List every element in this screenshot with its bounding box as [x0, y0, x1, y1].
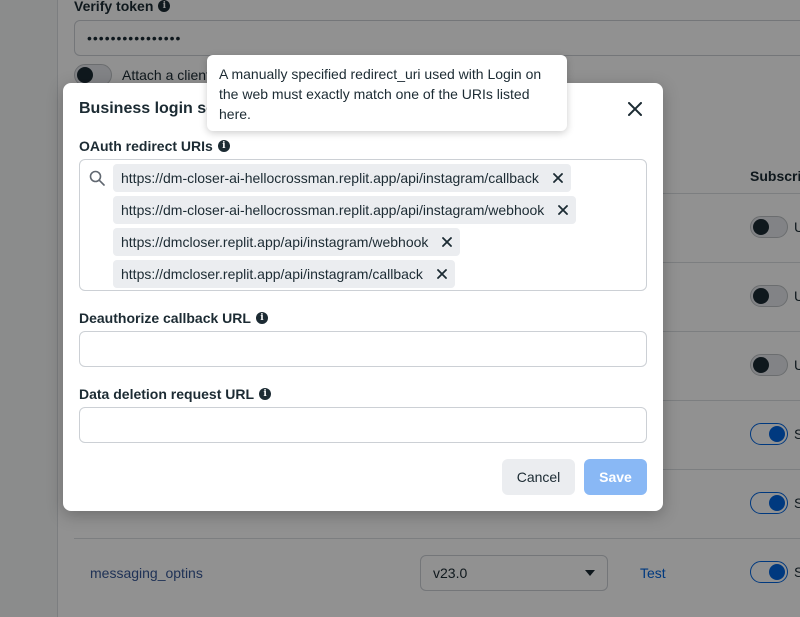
- business-login-settings-dialog: Business login set OAuth redirect URIs i…: [63, 83, 663, 511]
- remove-uri-button[interactable]: [556, 203, 570, 217]
- uri-chip: https://dm-closer-ai-hellocrossman.repli…: [113, 196, 577, 224]
- uri-chip: https://dmcloser.replit.app/api/instagra…: [113, 260, 455, 288]
- deauthorize-callback-url-field[interactable]: [79, 331, 647, 367]
- remove-uri-button[interactable]: [440, 235, 454, 249]
- close-icon: [437, 269, 447, 279]
- deauthorize-callback-url-label: Deauthorize callback URL i: [79, 310, 268, 326]
- info-icon[interactable]: i: [259, 388, 272, 400]
- search-icon: [89, 170, 105, 186]
- oauth-redirect-uris-label: OAuth redirect URIs i: [79, 138, 230, 154]
- info-icon[interactable]: i: [217, 140, 230, 152]
- data-deletion-request-url-field[interactable]: [79, 407, 647, 443]
- close-icon: [552, 173, 563, 183]
- redirect-uri-tooltip: A manually specified redirect_uri used w…: [207, 55, 567, 131]
- oauth-redirect-uris-input[interactable]: https://dm-closer-ai-hellocrossman.repli…: [79, 159, 647, 291]
- dialog-title: Business login set: [79, 100, 221, 117]
- data-deletion-request-url-label: Data deletion request URL i: [79, 386, 272, 402]
- close-icon: [558, 205, 569, 215]
- uri-chip-list: https://dm-closer-ai-hellocrossman.repli…: [113, 164, 643, 292]
- close-button[interactable]: [623, 97, 647, 121]
- info-icon[interactable]: i: [255, 312, 268, 324]
- save-button[interactable]: Save: [584, 459, 647, 495]
- close-icon: [442, 237, 453, 247]
- cancel-button[interactable]: Cancel: [502, 459, 575, 495]
- remove-uri-button[interactable]: [435, 267, 449, 281]
- close-icon: [628, 102, 642, 116]
- uri-chip: https://dmcloser.replit.app/api/instagra…: [113, 228, 461, 256]
- remove-uri-button[interactable]: [551, 171, 565, 185]
- uri-chip: https://dm-closer-ai-hellocrossman.repli…: [113, 164, 571, 192]
